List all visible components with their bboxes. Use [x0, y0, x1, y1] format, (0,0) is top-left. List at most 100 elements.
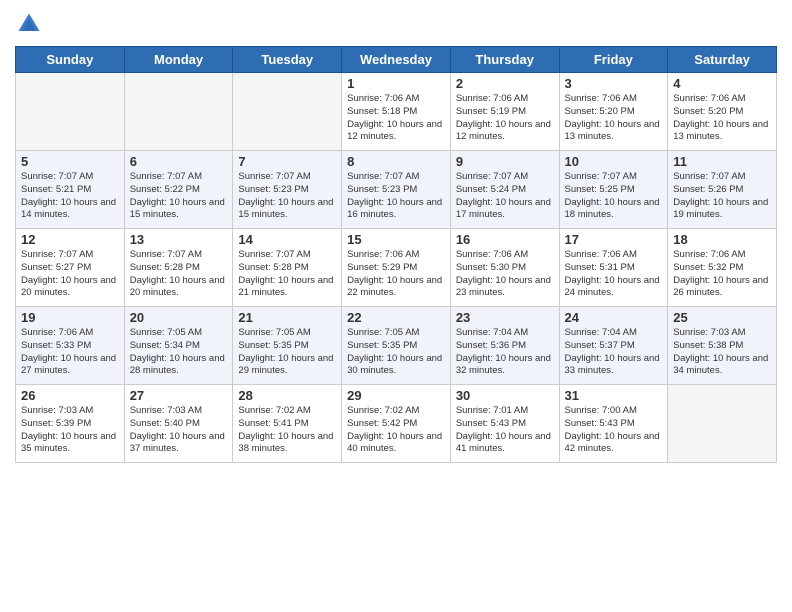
day-info: Sunrise: 7:05 AMSunset: 5:35 PMDaylight:… — [238, 327, 336, 378]
calendar-cell: 14Sunrise: 7:07 AMSunset: 5:28 PMDayligh… — [233, 229, 342, 307]
day-number: 5 — [21, 154, 119, 169]
day-info: Sunrise: 7:06 AMSunset: 5:29 PMDaylight:… — [347, 249, 445, 300]
day-info: Sunrise: 7:07 AMSunset: 5:21 PMDaylight:… — [21, 171, 119, 222]
day-number: 3 — [565, 76, 663, 91]
calendar-cell — [668, 385, 777, 463]
day-number: 24 — [565, 310, 663, 325]
day-info: Sunrise: 7:07 AMSunset: 5:23 PMDaylight:… — [347, 171, 445, 222]
day-info: Sunrise: 7:06 AMSunset: 5:19 PMDaylight:… — [456, 93, 554, 144]
day-info: Sunrise: 7:07 AMSunset: 5:28 PMDaylight:… — [130, 249, 228, 300]
day-number: 17 — [565, 232, 663, 247]
day-info: Sunrise: 7:05 AMSunset: 5:34 PMDaylight:… — [130, 327, 228, 378]
calendar-week-3: 12 Sunrise: 7:07 AMSunset: 5:27 PMDayligh… — [16, 229, 777, 307]
day-info: Sunrise: 7:04 AMSunset: 5:36 PMDaylight:… — [456, 327, 554, 378]
calendar-cell: 26Sunrise: 7:03 AMSunset: 5:39 PMDayligh… — [16, 385, 125, 463]
day-header-monday: Monday — [124, 47, 233, 73]
logo — [15, 10, 47, 38]
calendar-cell: 25 Sunrise: 7:03 AMSunset: 5:38 PMDayligh… — [668, 307, 777, 385]
calendar-table: SundayMondayTuesdayWednesdayThursdayFrid… — [15, 46, 777, 463]
day-number: 13 — [130, 232, 228, 247]
day-number: 15 — [347, 232, 445, 247]
day-number: 7 — [238, 154, 336, 169]
calendar-cell: 13 Sunrise: 7:07 AMSunset: 5:28 PMDayligh… — [124, 229, 233, 307]
calendar-cell: 27 Sunrise: 7:03 AMSunset: 5:40 PMDayligh… — [124, 385, 233, 463]
day-info: Sunrise: 7:06 AMSunset: 5:33 PMDaylight:… — [21, 327, 119, 378]
calendar-cell: 11 Sunrise: 7:07 AMSunset: 5:26 PMDayligh… — [668, 151, 777, 229]
day-info: Sunrise: 7:06 AMSunset: 5:30 PMDaylight:… — [456, 249, 554, 300]
day-number: 6 — [130, 154, 228, 169]
calendar-week-4: 19 Sunrise: 7:06 AMSunset: 5:33 PMDayligh… — [16, 307, 777, 385]
day-number: 30 — [456, 388, 554, 403]
calendar-cell: 1Sunrise: 7:06 AMSunset: 5:18 PMDaylight… — [342, 73, 451, 151]
calendar-cell: 17 Sunrise: 7:06 AMSunset: 5:31 PMDayligh… — [559, 229, 668, 307]
day-header-sunday: Sunday — [16, 47, 125, 73]
day-info: Sunrise: 7:03 AMSunset: 5:38 PMDaylight:… — [673, 327, 771, 378]
day-number: 26 — [21, 388, 119, 403]
day-header-tuesday: Tuesday — [233, 47, 342, 73]
day-info: Sunrise: 7:06 AMSunset: 5:32 PMDaylight:… — [673, 249, 771, 300]
day-info: Sunrise: 7:07 AMSunset: 5:24 PMDaylight:… — [456, 171, 554, 222]
day-number: 14 — [238, 232, 336, 247]
calendar-cell — [124, 73, 233, 151]
calendar-cell: 19 Sunrise: 7:06 AMSunset: 5:33 PMDayligh… — [16, 307, 125, 385]
page-container: SundayMondayTuesdayWednesdayThursdayFrid… — [0, 0, 792, 468]
day-info: Sunrise: 7:06 AMSunset: 5:31 PMDaylight:… — [565, 249, 663, 300]
calendar-cell: 2Sunrise: 7:06 AMSunset: 5:19 PMDaylight… — [450, 73, 559, 151]
calendar-cell: 28 Sunrise: 7:02 AMSunset: 5:41 PMDayligh… — [233, 385, 342, 463]
calendar-cell: 23 Sunrise: 7:04 AMSunset: 5:36 PMDayligh… — [450, 307, 559, 385]
day-number: 10 — [565, 154, 663, 169]
calendar-cell: 24 Sunrise: 7:04 AMSunset: 5:37 PMDayligh… — [559, 307, 668, 385]
day-number: 31 — [565, 388, 663, 403]
day-info: Sunrise: 7:05 AMSunset: 5:35 PMDaylight:… — [347, 327, 445, 378]
calendar-cell: 29 Sunrise: 7:02 AMSunset: 5:42 PMDayligh… — [342, 385, 451, 463]
calendar-cell: 15 Sunrise: 7:06 AMSunset: 5:29 PMDayligh… — [342, 229, 451, 307]
day-info: Sunrise: 7:01 AMSunset: 5:43 PMDaylight:… — [456, 405, 554, 456]
day-info: Sunrise: 7:07 AMSunset: 5:25 PMDaylight:… — [565, 171, 663, 222]
calendar-cell — [16, 73, 125, 151]
day-number: 22 — [347, 310, 445, 325]
calendar-week-1: 1Sunrise: 7:06 AMSunset: 5:18 PMDaylight… — [16, 73, 777, 151]
calendar-cell: 18 Sunrise: 7:06 AMSunset: 5:32 PMDayligh… — [668, 229, 777, 307]
calendar-cell: 8Sunrise: 7:07 AMSunset: 5:23 PMDaylight… — [342, 151, 451, 229]
day-info: Sunrise: 7:02 AMSunset: 5:42 PMDaylight:… — [347, 405, 445, 456]
day-info: Sunrise: 7:03 AMSunset: 5:40 PMDaylight:… — [130, 405, 228, 456]
calendar-cell: 9 Sunrise: 7:07 AMSunset: 5:24 PMDaylight… — [450, 151, 559, 229]
calendar-header-row: SundayMondayTuesdayWednesdayThursdayFrid… — [16, 47, 777, 73]
day-info: Sunrise: 7:04 AMSunset: 5:37 PMDaylight:… — [565, 327, 663, 378]
day-number: 11 — [673, 154, 771, 169]
calendar-week-2: 5 Sunrise: 7:07 AMSunset: 5:21 PMDaylight… — [16, 151, 777, 229]
day-number: 9 — [456, 154, 554, 169]
day-info: Sunrise: 7:00 AMSunset: 5:43 PMDaylight:… — [565, 405, 663, 456]
day-number: 18 — [673, 232, 771, 247]
day-number: 12 — [21, 232, 119, 247]
day-number: 29 — [347, 388, 445, 403]
day-number: 28 — [238, 388, 336, 403]
calendar-cell: 30 Sunrise: 7:01 AMSunset: 5:43 PMDayligh… — [450, 385, 559, 463]
calendar-cell: 7Sunrise: 7:07 AMSunset: 5:23 PMDaylight… — [233, 151, 342, 229]
day-info: Sunrise: 7:07 AMSunset: 5:26 PMDaylight:… — [673, 171, 771, 222]
day-number: 25 — [673, 310, 771, 325]
calendar-cell: 22 Sunrise: 7:05 AMSunset: 5:35 PMDayligh… — [342, 307, 451, 385]
day-number: 21 — [238, 310, 336, 325]
calendar-cell: 16Sunrise: 7:06 AMSunset: 5:30 PMDayligh… — [450, 229, 559, 307]
day-number: 27 — [130, 388, 228, 403]
calendar-cell: 6 Sunrise: 7:07 AMSunset: 5:22 PMDaylight… — [124, 151, 233, 229]
day-info: Sunrise: 7:06 AMSunset: 5:20 PMDaylight:… — [673, 93, 771, 144]
day-info: Sunrise: 7:07 AMSunset: 5:22 PMDaylight:… — [130, 171, 228, 222]
calendar-cell: 12 Sunrise: 7:07 AMSunset: 5:27 PMDayligh… — [16, 229, 125, 307]
day-number: 20 — [130, 310, 228, 325]
calendar-cell: 5 Sunrise: 7:07 AMSunset: 5:21 PMDaylight… — [16, 151, 125, 229]
day-info: Sunrise: 7:06 AMSunset: 5:20 PMDaylight:… — [565, 93, 663, 144]
day-number: 23 — [456, 310, 554, 325]
day-number: 19 — [21, 310, 119, 325]
day-info: Sunrise: 7:02 AMSunset: 5:41 PMDaylight:… — [238, 405, 336, 456]
day-header-friday: Friday — [559, 47, 668, 73]
calendar-cell: 31 Sunrise: 7:00 AMSunset: 5:43 PMDayligh… — [559, 385, 668, 463]
day-number: 1 — [347, 76, 445, 91]
day-header-saturday: Saturday — [668, 47, 777, 73]
day-header-thursday: Thursday — [450, 47, 559, 73]
day-header-wednesday: Wednesday — [342, 47, 451, 73]
calendar-week-5: 26Sunrise: 7:03 AMSunset: 5:39 PMDayligh… — [16, 385, 777, 463]
day-number: 4 — [673, 76, 771, 91]
day-info: Sunrise: 7:07 AMSunset: 5:27 PMDaylight:… — [21, 249, 119, 300]
